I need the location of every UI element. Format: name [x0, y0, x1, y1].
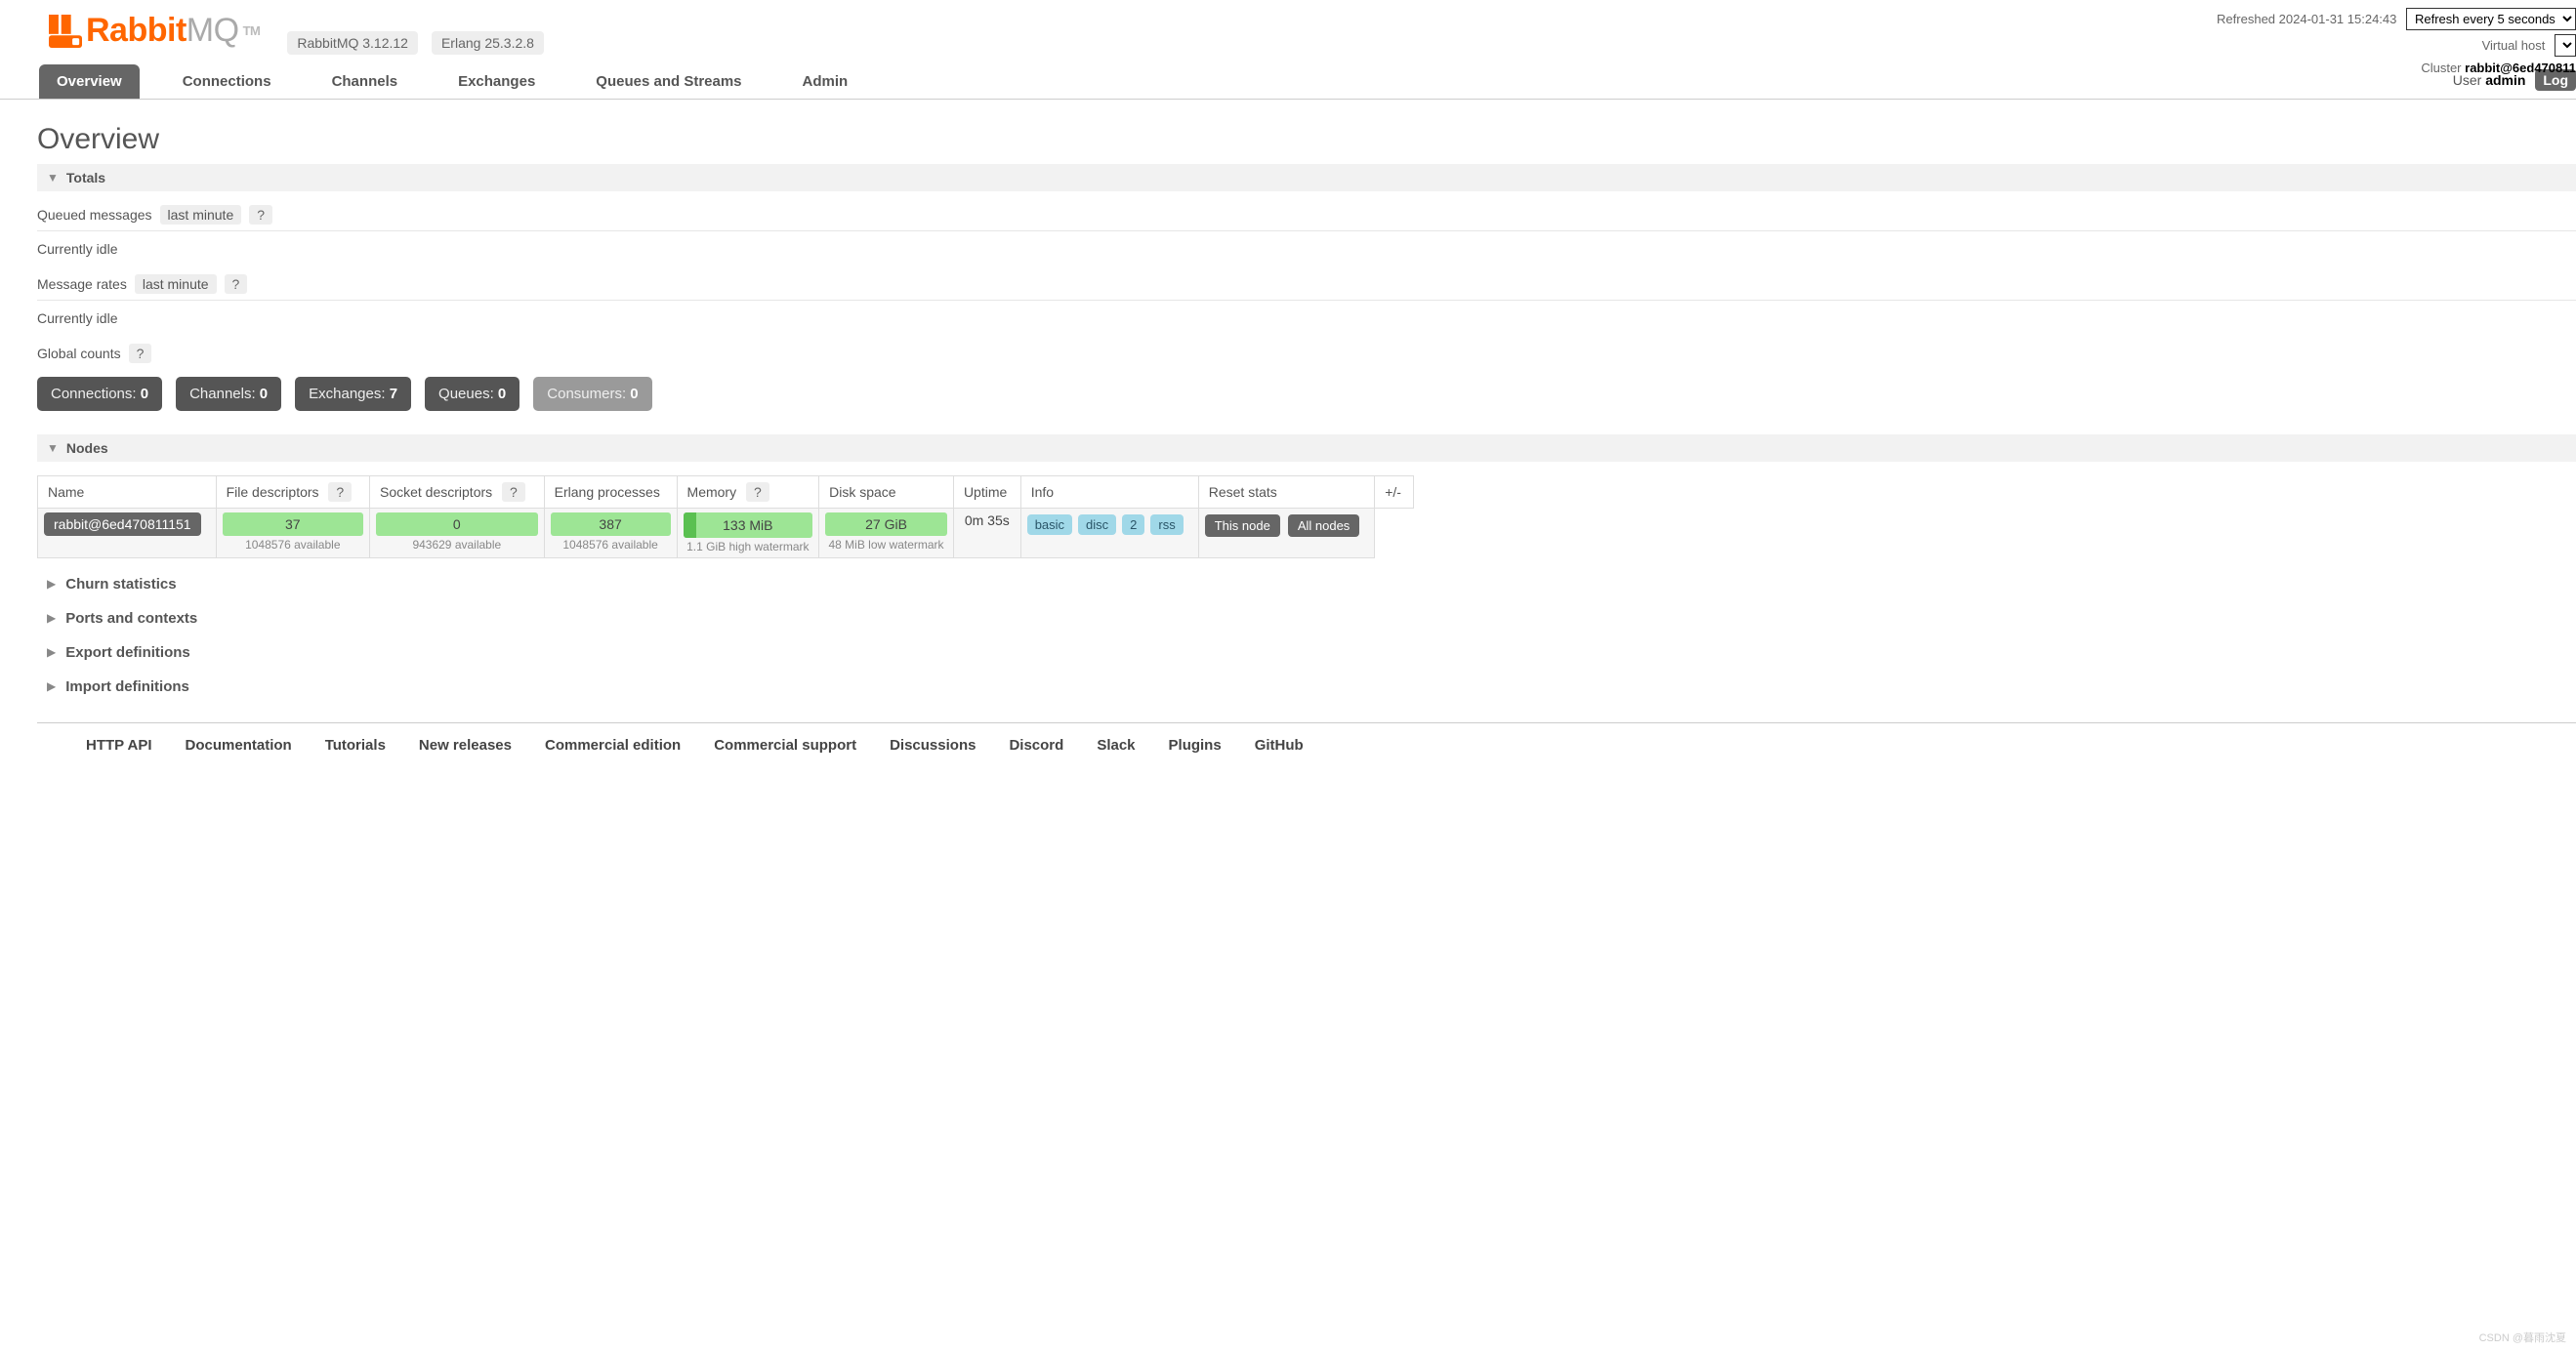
info-tag-rss: rss — [1150, 514, 1183, 535]
refreshed-label: Refreshed — [2217, 12, 2275, 26]
footer-link-commercial-support[interactable]: Commercial support — [714, 737, 856, 754]
erlang-version: Erlang 25.3.2.8 — [432, 31, 544, 55]
help-icon[interactable]: ? — [328, 482, 352, 502]
mem-bar: 133 MiB — [684, 512, 813, 538]
nodes-table: Name File descriptors ? Socket descripto… — [37, 475, 1414, 558]
col-disk[interactable]: Disk space — [819, 475, 954, 508]
info-tag-2: 2 — [1122, 514, 1144, 535]
info-tag-basic: basic — [1027, 514, 1072, 535]
section-ports-and-contexts[interactable]: ▶Ports and contexts — [47, 610, 2576, 627]
section-import-definitions[interactable]: ▶Import definitions — [47, 678, 2576, 695]
help-icon[interactable]: ? — [129, 344, 152, 363]
section-nodes[interactable]: ▼ Nodes — [37, 434, 2576, 462]
chevron-right-icon: ▶ — [47, 577, 56, 591]
section-export-definitions[interactable]: ▶Export definitions — [47, 644, 2576, 661]
table-row: rabbit@6ed470811151 371048576 available … — [38, 508, 1414, 557]
footer-link-discussions[interactable]: Discussions — [890, 737, 976, 754]
csdn-watermark: CSDN @暮雨沈夏 — [2479, 1330, 2566, 1345]
help-icon[interactable]: ? — [502, 482, 525, 502]
disk-bar: 27 GiB — [825, 512, 947, 536]
help-icon[interactable]: ? — [249, 205, 272, 225]
count-consumers: Consumers: 0 — [533, 377, 651, 411]
count-connections[interactable]: Connections: 0 — [37, 377, 162, 411]
tab-overview[interactable]: Overview — [39, 64, 140, 99]
col-name[interactable]: Name — [38, 475, 217, 508]
tab-queues[interactable]: Queues and Streams — [578, 64, 759, 99]
col-reset[interactable]: Reset stats — [1198, 475, 1374, 508]
reset-this-node-button[interactable]: This node — [1205, 514, 1280, 537]
cluster-label: Cluster — [2421, 61, 2461, 75]
page-title: Overview — [37, 123, 2576, 156]
vhost-label: Virtual host — [2482, 38, 2546, 53]
footer-link-new-releases[interactable]: New releases — [419, 737, 512, 754]
footer-link-tutorials[interactable]: Tutorials — [325, 737, 386, 754]
tab-admin[interactable]: Admin — [785, 64, 866, 99]
queued-messages-label: Queued messages — [37, 207, 152, 223]
queued-range[interactable]: last minute — [160, 205, 242, 225]
info-tag-disc: disc — [1078, 514, 1116, 535]
chevron-right-icon: ▶ — [47, 645, 56, 659]
rabbitmq-logo: RabbitMQTM — [49, 12, 260, 50]
uptime-value: 0m 35s — [953, 508, 1020, 557]
rates-idle: Currently idle — [37, 310, 2576, 326]
footer-link-discord[interactable]: Discord — [1009, 737, 1063, 754]
global-counts-label: Global counts — [37, 346, 121, 361]
vhost-select[interactable] — [2555, 34, 2576, 57]
footer-link-plugins[interactable]: Plugins — [1169, 737, 1222, 754]
chevron-right-icon: ▶ — [47, 611, 56, 625]
col-mem[interactable]: Memory ? — [677, 475, 819, 508]
refresh-interval-select[interactable]: Refresh every 5 seconds — [2406, 8, 2576, 30]
count-channels[interactable]: Channels: 0 — [176, 377, 281, 411]
col-uptime[interactable]: Uptime — [953, 475, 1020, 508]
col-ep[interactable]: Erlang processes — [544, 475, 677, 508]
tab-exchanges[interactable]: Exchanges — [440, 64, 553, 99]
rates-range[interactable]: last minute — [135, 274, 217, 294]
message-rates-label: Message rates — [37, 276, 127, 292]
queued-idle: Currently idle — [37, 241, 2576, 257]
help-icon[interactable]: ? — [225, 274, 248, 294]
ep-bar: 387 — [551, 512, 671, 536]
count-queues[interactable]: Queues: 0 — [425, 377, 519, 411]
col-info[interactable]: Info — [1020, 475, 1198, 508]
footer-link-http-api[interactable]: HTTP API — [86, 737, 152, 754]
rabbitmq-version: RabbitMQ 3.12.12 — [287, 31, 418, 55]
node-name[interactable]: rabbit@6ed470811151 — [44, 512, 201, 536]
fd-bar: 37 — [223, 512, 363, 536]
reset-all-nodes-button[interactable]: All nodes — [1288, 514, 1359, 537]
sd-bar: 0 — [376, 512, 538, 536]
chevron-right-icon: ▶ — [47, 679, 56, 693]
chevron-down-icon: ▼ — [47, 171, 59, 184]
help-icon[interactable]: ? — [746, 482, 769, 502]
footer-link-slack[interactable]: Slack — [1097, 737, 1135, 754]
footer-link-commercial-edition[interactable]: Commercial edition — [545, 737, 681, 754]
footer-link-github[interactable]: GitHub — [1255, 737, 1304, 754]
tab-connections[interactable]: Connections — [165, 64, 289, 99]
chevron-down-icon: ▼ — [47, 441, 59, 455]
section-totals[interactable]: ▼ Totals — [37, 164, 2576, 191]
col-plusminus[interactable]: +/- — [1375, 475, 1414, 508]
col-sd[interactable]: Socket descriptors ? — [369, 475, 544, 508]
cluster-name: rabbit@6ed470811 — [2465, 61, 2576, 75]
footer-link-documentation[interactable]: Documentation — [186, 737, 292, 754]
col-fd[interactable]: File descriptors ? — [216, 475, 369, 508]
count-exchanges[interactable]: Exchanges: 7 — [295, 377, 411, 411]
section-churn-statistics[interactable]: ▶Churn statistics — [47, 576, 2576, 593]
tab-channels[interactable]: Channels — [314, 64, 416, 99]
refreshed-time: 2024-01-31 15:24:43 — [2279, 12, 2397, 26]
